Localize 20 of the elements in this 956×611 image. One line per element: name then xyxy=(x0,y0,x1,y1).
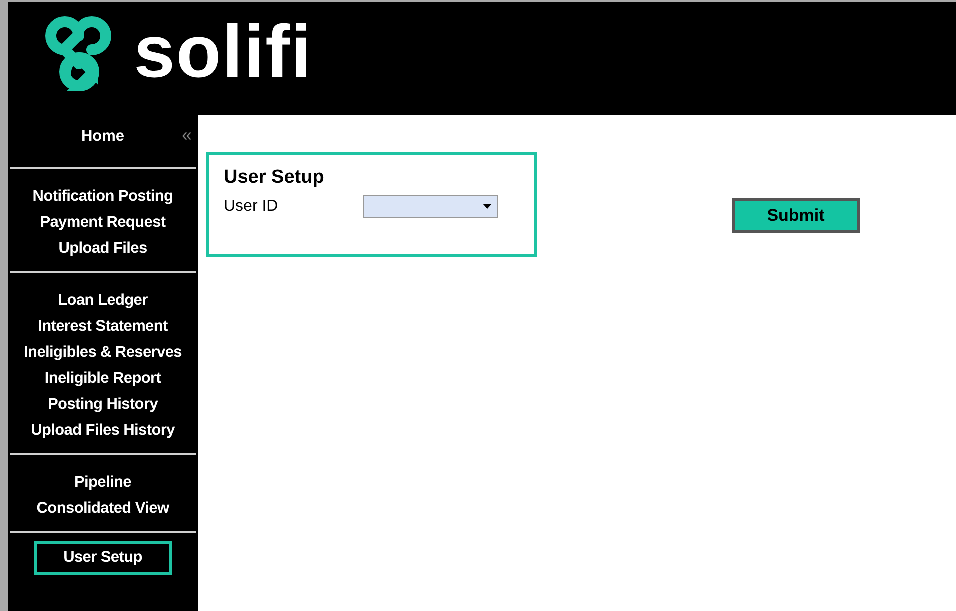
sidebar-item[interactable]: Notification Posting xyxy=(32,187,174,207)
field-label: User ID xyxy=(224,198,280,216)
user-id-dropdown[interactable] xyxy=(363,195,498,218)
sidebar-item[interactable]: Upload Files xyxy=(58,239,148,259)
sidebar-item[interactable]: Consolidated View xyxy=(36,499,170,519)
sidebar-item[interactable]: Interest Statement xyxy=(38,317,168,337)
sidebar-item[interactable]: Payment Request xyxy=(40,213,166,233)
sidebar-item[interactable]: Pipeline xyxy=(74,473,132,493)
panel-title: User Setup xyxy=(224,167,326,189)
sidebar-item[interactable]: User Setup xyxy=(34,541,172,575)
sidebar-item[interactable]: Loan Ledger xyxy=(58,291,148,311)
sidebar-item[interactable]: Posting History xyxy=(48,395,158,415)
caret-icon xyxy=(483,204,492,209)
sidebar-item[interactable]: Ineligibles & Reserves xyxy=(24,343,182,363)
home-link[interactable]: Home xyxy=(81,128,125,146)
sidebar-item[interactable]: Ineligible Report xyxy=(44,369,162,389)
collapse-button[interactable]: « xyxy=(182,125,192,146)
brand-name: solifi xyxy=(134,9,313,94)
sidebar-item[interactable]: Upload Files History xyxy=(31,421,175,441)
submit-button[interactable]: Submit xyxy=(732,198,860,233)
